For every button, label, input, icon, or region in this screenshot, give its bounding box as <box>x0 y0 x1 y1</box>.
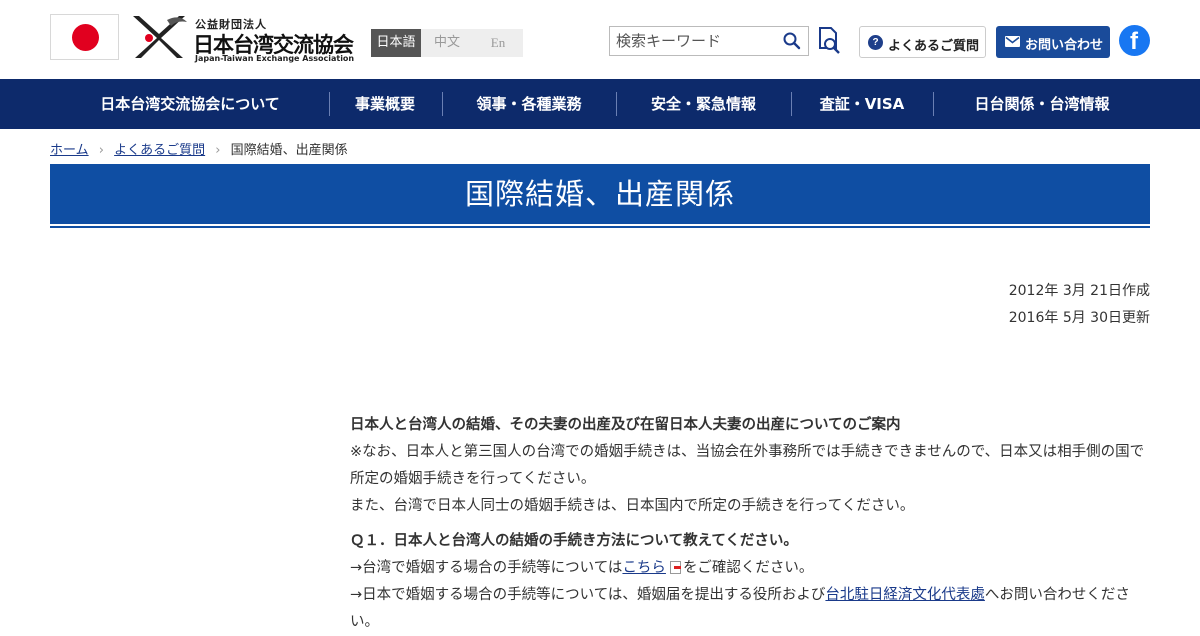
nav-item-business[interactable]: 事業概要 <box>330 79 440 129</box>
article-body: 日本人と台湾人の結婚、その夫妻の出産及び在留日本人夫妻の出産についてのご案内 ※… <box>350 412 1150 636</box>
chevron-right-icon: › <box>98 143 104 158</box>
japan-flag-icon <box>50 14 119 60</box>
answer-text: →台湾で婚姻する場合の手続等については <box>350 560 623 576</box>
faq-answer-1b: →日本で婚姻する場合の手続等については、婚姻届を提出する役所および台北駐日経済文… <box>350 582 1150 636</box>
nav-item-relations[interactable]: 日台関係・台湾情報 <box>934 79 1150 129</box>
contact-button-label: お問い合わせ <box>1025 38 1104 53</box>
site-logo[interactable]: 公益財団法人 日本台湾交流協会 Japan-Taiwan Exchange As… <box>127 10 367 66</box>
search-box <box>609 26 809 56</box>
chevron-right-icon: › <box>215 143 221 158</box>
flag-sun <box>72 24 99 51</box>
search-input[interactable] <box>610 27 775 55</box>
created-date: 2012年 3月 21日作成 <box>1008 283 1150 299</box>
answer-text: →日本で婚姻する場合の手続等については、婚姻届を提出する役所および <box>350 587 826 603</box>
representative-office-link[interactable]: 台北駐日経済文化代表處 <box>825 587 985 603</box>
page-title: 国際結婚、出産関係 <box>464 177 735 211</box>
question-icon: ? <box>868 35 883 50</box>
article-note-2: また、台湾で日本人同士の婚姻手続きは、日本国内で所定の手続きを行ってください。 <box>350 498 915 514</box>
answer-text: をご確認ください。 <box>682 560 814 576</box>
nav-item-consular[interactable]: 領事・各種業務 <box>443 79 615 129</box>
title-underline <box>50 226 1150 228</box>
lang-english[interactable]: En <box>473 29 523 57</box>
search-icon[interactable] <box>782 31 802 51</box>
logo-mark-icon <box>133 16 187 58</box>
lang-chinese[interactable]: 中文 <box>421 29 473 57</box>
contact-button[interactable]: お問い合わせ <box>996 26 1110 58</box>
here-link[interactable]: こちら <box>622 560 666 576</box>
facebook-glyph: f <box>1130 28 1138 55</box>
language-switcher: 日本語 中文 En <box>371 29 523 57</box>
breadcrumb: ホーム › よくあるご質問 › 国際結婚、出産関係 <box>50 139 348 158</box>
breadcrumb-home[interactable]: ホーム <box>50 143 89 158</box>
faq-button[interactable]: ? よくあるご質問 <box>859 26 986 58</box>
updated-date: 2016年 5月 30日更新 <box>1008 310 1150 326</box>
nav-item-about[interactable]: 日本台湾交流協会について <box>70 79 310 129</box>
main-navigation: 日本台湾交流協会について 事業概要 領事・各種業務 安全・緊急情報 査証・VIS… <box>0 79 1200 129</box>
article-note-1: ※なお、日本人と第三国人の台湾での婚姻手続きは、当協会在外事務所では手続きできま… <box>350 444 1145 487</box>
faq-button-label: よくあるご質問 <box>888 39 980 54</box>
mail-icon <box>1005 36 1020 47</box>
breadcrumb-faq[interactable]: よくあるご質問 <box>114 143 205 158</box>
faq-question-1: Ｑ１．日本人と台湾人の結婚の手続き方法について教えてください。 <box>350 533 798 549</box>
breadcrumb-current: 国際結婚、出産関係 <box>230 143 348 158</box>
pdf-icon <box>669 561 681 574</box>
page-title-bar: 国際結婚、出産関係 <box>50 164 1150 224</box>
site-header: 公益財団法人 日本台湾交流協会 Japan-Taiwan Exchange As… <box>0 0 1200 79</box>
advanced-search-icon[interactable] <box>817 26 841 54</box>
logo-english-name: Japan-Taiwan Exchange Association <box>195 54 355 63</box>
faq-answer-1a: →台湾で婚姻する場合の手続等についてはこちら をご確認ください。 <box>350 555 1150 582</box>
nav-item-safety[interactable]: 安全・緊急情報 <box>617 79 790 129</box>
lang-japanese[interactable]: 日本語 <box>371 29 421 57</box>
article-heading: 日本人と台湾人の結婚、その夫妻の出産及び在留日本人夫妻の出産についてのご案内 <box>350 417 901 433</box>
facebook-icon[interactable]: f <box>1119 25 1150 56</box>
page-dates: 2012年 3月 21日作成 2016年 5月 30日更新 <box>1009 278 1150 332</box>
nav-item-visa[interactable]: 査証・VISA <box>792 79 932 129</box>
